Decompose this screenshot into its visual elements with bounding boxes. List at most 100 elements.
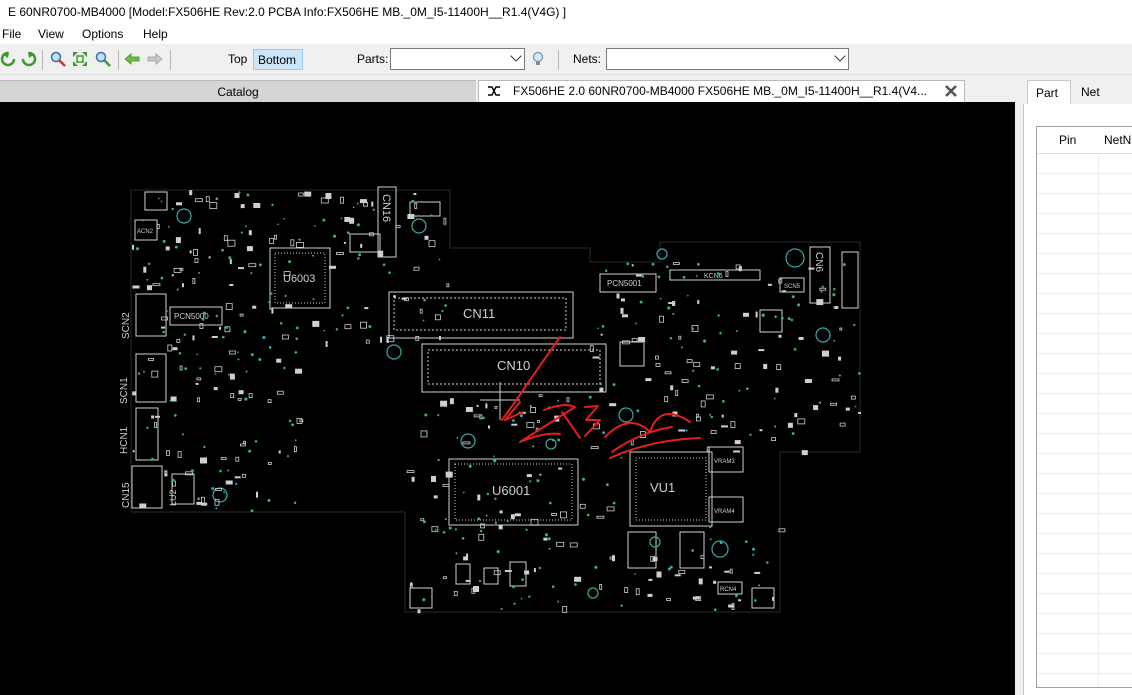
table-row[interactable] [1037,513,1132,534]
chevron-down-icon[interactable] [834,50,846,62]
table-row[interactable] [1037,433,1132,454]
component-pad [616,293,620,299]
component-pad [281,334,289,340]
connector-scn1[interactable] [135,353,167,403]
rotate-left-icon[interactable] [0,51,16,67]
table-row[interactable] [1037,473,1132,494]
nets-combo[interactable] [606,48,849,70]
component-pad [822,350,829,357]
component-pad [200,457,207,464]
component-pad [378,250,384,257]
component-pad [214,366,223,373]
bottom-side-button[interactable]: Bottom [253,49,303,70]
column-pin[interactable]: Pin [1059,127,1076,153]
table-row[interactable] [1037,273,1132,294]
component-pad [733,450,741,453]
via [219,469,222,473]
table-row[interactable] [1037,533,1132,554]
via [641,274,645,278]
search-part-icon[interactable] [530,51,546,67]
table-row[interactable] [1037,573,1132,594]
table-row[interactable] [1037,453,1132,474]
table-row[interactable] [1037,233,1132,254]
connector-hcn1[interactable] [135,407,159,461]
component-pad [433,495,438,499]
component-pad [569,542,578,548]
zoom-in-icon[interactable] [50,51,66,67]
via [496,550,500,554]
component-pad [176,202,182,206]
swap-icon[interactable] [487,85,501,97]
table-row[interactable] [1037,153,1132,174]
document-tab[interactable]: FX506HE 2.0 60NR0700-MB4000 FX506HE MB._… [478,80,965,102]
component-pad [195,198,203,203]
table-row[interactable] [1037,593,1132,614]
label-scn5: SCN5 [784,284,801,290]
via [478,579,482,583]
rotate-right-icon[interactable] [21,51,37,67]
component-pad [192,277,196,284]
close-icon[interactable] [944,84,958,98]
table-row[interactable] [1037,493,1132,514]
column-netname[interactable]: NetNa [1104,127,1132,153]
component-pad [721,425,728,428]
table-row[interactable] [1037,213,1132,234]
board-view[interactable]: CN11 CN10 U6001 VU1 KCN6 PCN5001 CN16 U6… [0,102,1015,695]
table-row[interactable] [1037,633,1132,654]
chevron-down-icon[interactable] [510,50,522,62]
component-pad [132,244,134,250]
table-row[interactable] [1037,373,1132,394]
table-row[interactable] [1037,333,1132,354]
label-u6003: U6003 [283,273,315,285]
table-row[interactable] [1037,553,1132,574]
table-row[interactable] [1037,613,1132,634]
via [199,367,202,370]
via [620,456,623,459]
via [279,321,283,325]
via [258,358,262,361]
component-pad [417,609,421,614]
fit-board-icon[interactable] [72,51,88,67]
component-pad [631,338,638,342]
table-row[interactable] [1037,393,1132,414]
via [512,419,515,422]
menu-help[interactable]: Help [143,24,168,44]
component-pad [839,422,846,427]
tab-net[interactable]: Net [1073,80,1108,104]
menu-file[interactable]: File [2,24,21,44]
table-row[interactable] [1037,413,1132,434]
menu-options[interactable]: Options [82,24,123,44]
table-row[interactable] [1037,313,1132,334]
forward-arrow-icon[interactable] [147,51,163,67]
connector-cn15[interactable] [131,465,163,509]
connector-scn2[interactable] [135,293,167,337]
component-pad [698,578,703,585]
table-row[interactable] [1037,673,1132,687]
component-pad [360,243,363,248]
component-pad [219,326,222,330]
menu-view[interactable]: View [38,24,64,44]
pin-grid[interactable]: Pin NetNa [1036,126,1132,688]
component-pad [413,266,420,271]
via [271,203,274,207]
table-row[interactable] [1037,193,1132,214]
table-row[interactable] [1037,653,1132,674]
component-pad [443,576,447,580]
catalog-tab[interactable]: Catalog [0,80,476,103]
component-pad [414,203,418,209]
component-pad [428,240,436,248]
component-pad [227,239,236,247]
parts-label: Parts: [357,52,389,66]
parts-combo[interactable] [390,48,525,70]
zoom-selection-icon[interactable] [95,51,111,67]
via [254,440,258,443]
component-pad [234,476,241,479]
table-row[interactable] [1037,353,1132,374]
tab-part[interactable]: Part [1027,80,1071,104]
table-row[interactable] [1037,293,1132,314]
table-row[interactable] [1037,253,1132,274]
component-pad [431,476,436,482]
table-row[interactable] [1037,173,1132,194]
top-side-button[interactable]: Top [224,49,251,70]
back-arrow-icon[interactable] [124,51,140,67]
